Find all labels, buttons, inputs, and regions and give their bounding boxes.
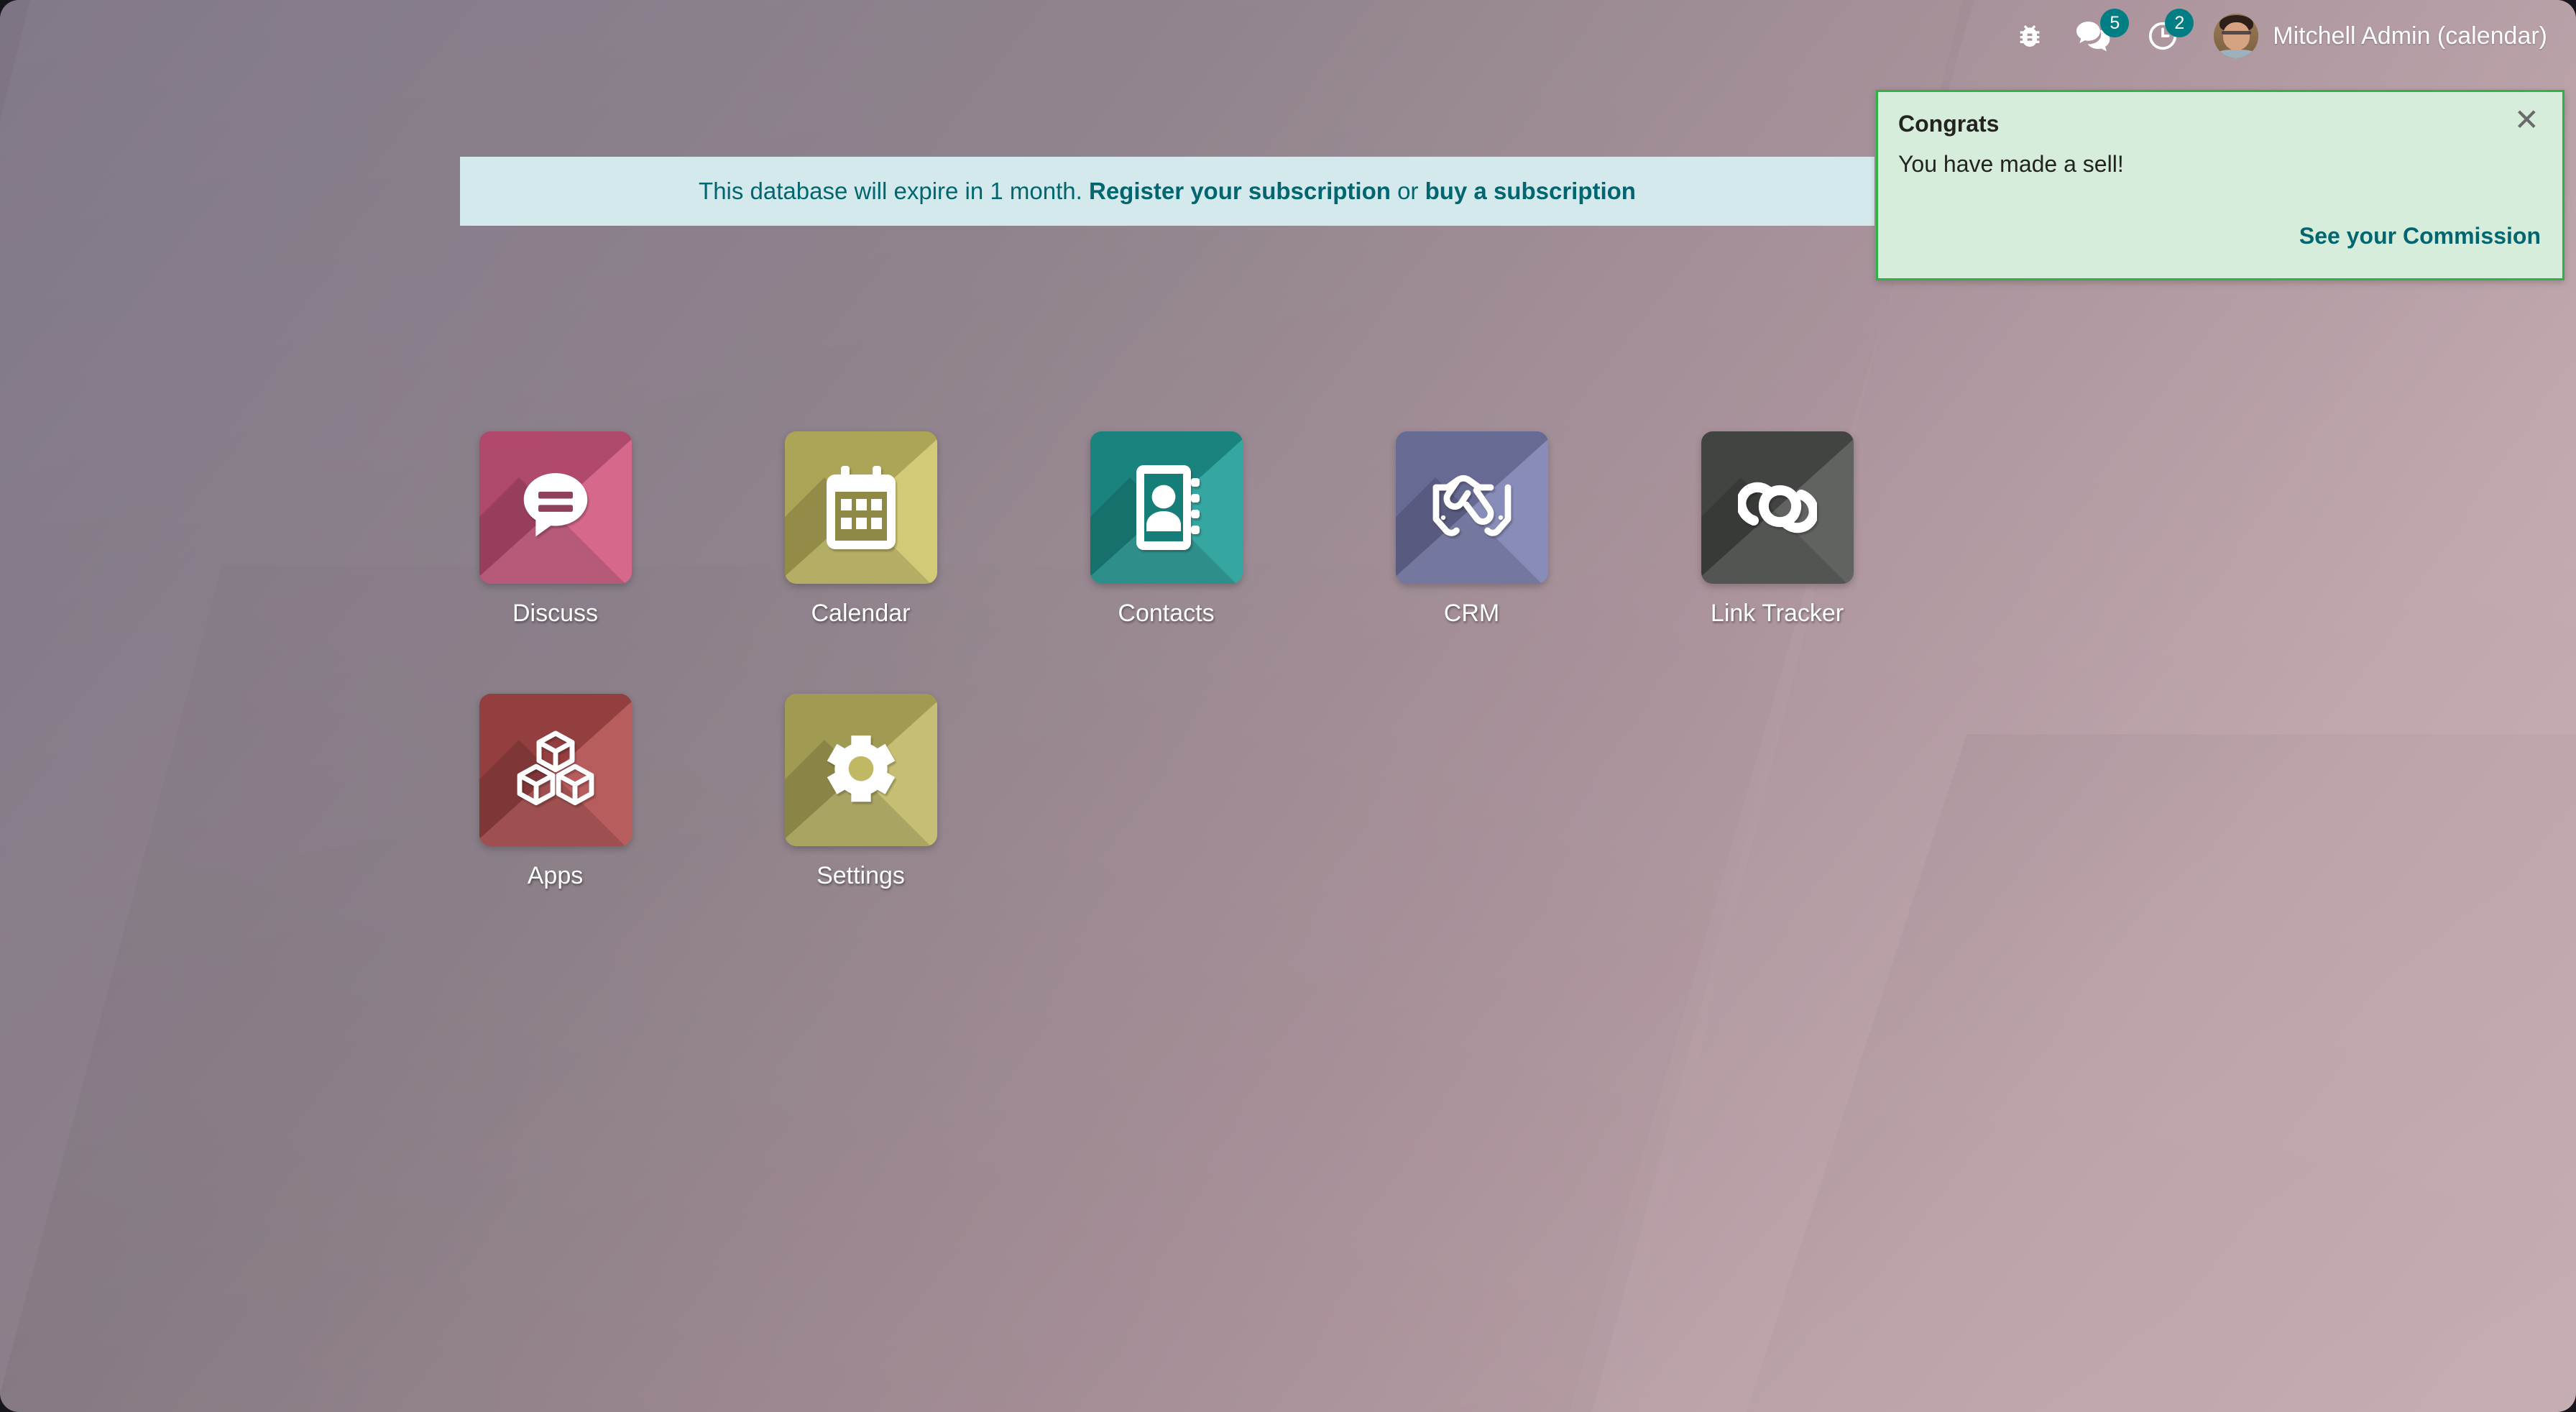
- app-label: Calendar: [811, 600, 911, 627]
- app-tile-settings[interactable]: Settings: [708, 694, 1013, 956]
- user-menu-button[interactable]: Mitchell Admin (calendar): [2195, 14, 2552, 58]
- activity-badge: 2: [2165, 9, 2194, 37]
- messages-badge: 5: [2100, 9, 2130, 37]
- bug-icon: [2015, 22, 2044, 50]
- desktop: 5 2 Mitchell Admin (calendar) This datab…: [0, 0, 2576, 1412]
- app-tile-contacts[interactable]: Contacts: [1013, 431, 1319, 694]
- activity-menu-button[interactable]: 2: [2130, 0, 2195, 72]
- app-label: Apps: [527, 862, 584, 889]
- settings-gear-icon: [784, 694, 937, 846]
- contacts-icon: [1090, 431, 1243, 584]
- apps-cubes-icon: [479, 694, 632, 846]
- app-tile-crm[interactable]: CRM: [1319, 431, 1624, 694]
- banner-or-text: or: [1397, 178, 1419, 204]
- app-tile-calendar[interactable]: Calendar: [708, 431, 1013, 694]
- app-label: CRM: [1443, 600, 1500, 627]
- link-chain-icon: [1701, 431, 1854, 584]
- banner-lead-text: This database will expire in 1 month.: [699, 178, 1082, 204]
- app-tile-link-tracker[interactable]: Link Tracker: [1624, 431, 1930, 694]
- app-label: Link Tracker: [1710, 600, 1844, 627]
- app-label: Contacts: [1118, 600, 1215, 627]
- buy-subscription-link[interactable]: buy a subscription: [1425, 178, 1636, 205]
- avatar: [2214, 14, 2259, 58]
- toast-title: Congrats: [1898, 111, 2000, 137]
- systray: 5 2 Mitchell Admin (calendar): [2000, 0, 2576, 72]
- debug-menu-button[interactable]: [2000, 0, 2060, 72]
- see-commission-link[interactable]: See your Commission: [2299, 223, 2541, 249]
- discuss-icon: [479, 431, 632, 584]
- crm-handshake-icon: [1395, 431, 1548, 584]
- messages-menu-button[interactable]: 5: [2060, 0, 2130, 72]
- close-icon[interactable]: ✕: [2514, 105, 2539, 135]
- notification-toast: Congrats ✕ You have made a sell! See you…: [1876, 90, 2564, 280]
- user-name-label: Mitchell Admin (calendar): [2273, 22, 2547, 50]
- app-tile-discuss[interactable]: Discuss: [402, 431, 708, 694]
- app-tile-apps[interactable]: Apps: [402, 694, 708, 956]
- calendar-icon: [784, 431, 937, 584]
- database-expiration-banner: This database will expire in 1 month. Re…: [460, 157, 1874, 226]
- app-label: Discuss: [512, 600, 599, 627]
- toast-message: You have made a sell!: [1898, 151, 2124, 177]
- apps-grid: Discuss Calendar Contacts CRM Link Track…: [402, 431, 2056, 956]
- register-subscription-link[interactable]: Register your subscription: [1089, 178, 1391, 205]
- app-label: Settings: [816, 862, 905, 889]
